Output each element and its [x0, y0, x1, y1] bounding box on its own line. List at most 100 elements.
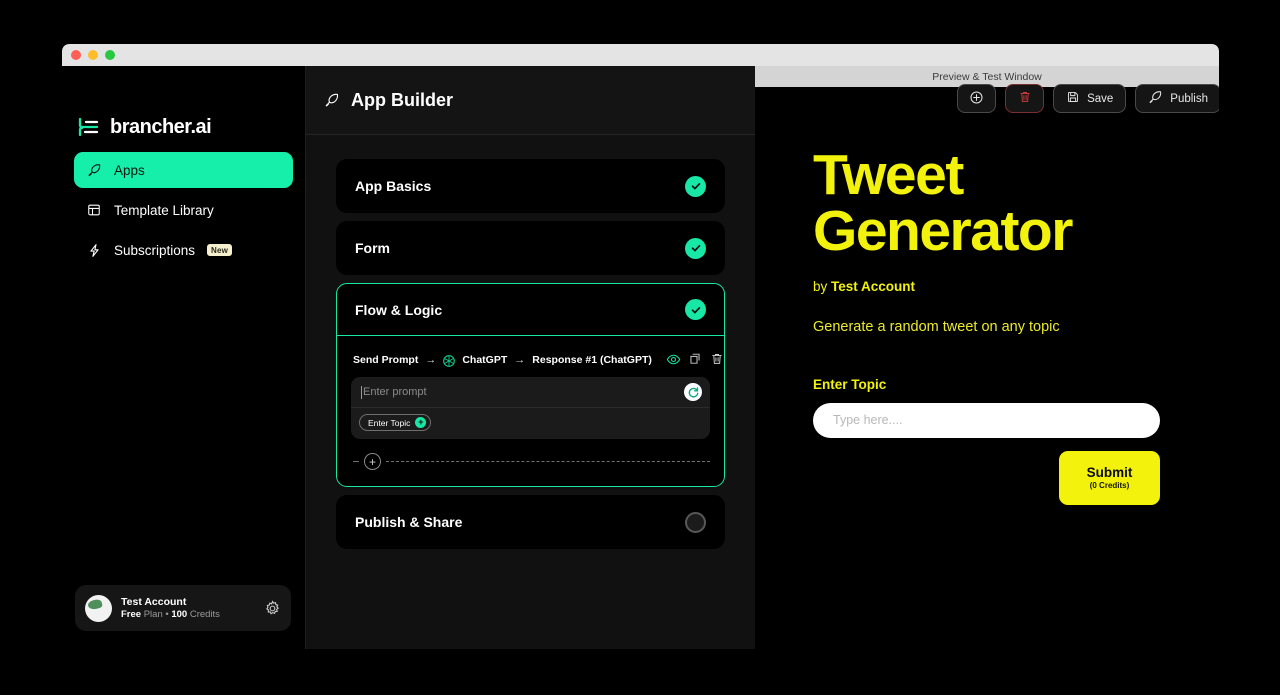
eye-icon[interactable] — [666, 352, 681, 367]
divider — [386, 461, 710, 462]
brand-name: brancher.ai — [110, 115, 212, 138]
section-header[interactable]: App Basics — [337, 160, 724, 212]
flow-step-header: Send Prompt → ChatGPT → Response #1 (Cha… — [351, 352, 722, 367]
builder-sections: App Basics Form Flow & Logic Send Prompt… — [306, 135, 755, 649]
close-window-button[interactable] — [71, 50, 81, 60]
add-step-button[interactable]: + — [364, 453, 381, 470]
new-badge: New — [207, 244, 233, 256]
account-name: Test Account — [121, 595, 187, 608]
builder-column: App Builder Save Publish App Basics Form… — [305, 66, 1219, 649]
account-card[interactable]: Test Account Free Plan • 100 Credits — [75, 585, 291, 631]
refresh-icon[interactable] — [684, 383, 702, 401]
status-badge-incomplete — [685, 511, 706, 533]
preview-description: Generate a random tweet on any topic — [813, 318, 1060, 335]
credits-word: Credits — [189, 608, 220, 620]
sidebar-item-apps[interactable]: Apps — [74, 152, 293, 188]
submit-credits: (0 Credits) — [1089, 481, 1130, 491]
variable-chip[interactable]: Enter Topic + — [359, 414, 432, 431]
preview-bar-label: Preview & Test Window — [932, 70, 1042, 83]
section-flow-and-logic: Flow & Logic Send Prompt → ChatGPT → Res… — [336, 283, 725, 487]
variable-chip-list: Enter Topic + — [351, 408, 710, 439]
publish-button[interactable]: Publish — [1135, 84, 1219, 113]
maximize-window-button[interactable] — [105, 50, 115, 60]
sidebar-item-subscriptions[interactable]: Subscriptions New — [74, 232, 293, 268]
status-badge-complete — [685, 299, 706, 320]
section-header[interactable]: Publish & Share — [337, 496, 724, 548]
section-title: App Basics — [355, 178, 432, 194]
plus-circle-icon — [969, 90, 984, 108]
bolt-icon — [86, 242, 102, 258]
preview-app-title: Tweet Generator — [813, 143, 1073, 264]
page-title: App Builder — [324, 90, 453, 111]
delete-button[interactable] — [1005, 84, 1045, 113]
copy-icon[interactable] — [688, 352, 703, 367]
prompt-editor: Enter prompt Enter Topic + — [351, 377, 710, 439]
status-badge-complete — [685, 237, 706, 259]
submit-label: Submit — [1086, 465, 1133, 481]
builder-topbar: App Builder Save Publish — [306, 66, 1219, 135]
preview-submit-button[interactable]: Submit (0 Credits) — [1059, 450, 1160, 505]
preview-submit-row: Submit (0 Credits) — [813, 450, 1160, 505]
flow-output-label: Response #1 (ChatGPT) — [532, 353, 652, 366]
flow-editor: Send Prompt → ChatGPT → Response #1 (Cha… — [337, 336, 724, 486]
account-info: Test Account Free Plan • 100 Credits — [121, 595, 255, 622]
flow-step-label: Send Prompt — [353, 353, 419, 366]
credits-value: 100 — [171, 608, 188, 620]
preview-author: Test Account — [831, 278, 916, 294]
preview-field-label: Enter Topic — [813, 376, 887, 392]
status-badge-complete — [685, 175, 706, 197]
section-title: Publish & Share — [355, 514, 463, 530]
avatar — [85, 594, 112, 622]
brand-logo[interactable]: brancher.ai — [62, 66, 305, 152]
plus-icon: + — [415, 417, 427, 428]
layout-icon — [86, 202, 102, 218]
section-title: Flow & Logic — [355, 301, 443, 318]
flow-arrow: → — [514, 353, 526, 366]
rocket-icon — [1148, 90, 1163, 108]
minimize-window-button[interactable] — [88, 50, 98, 60]
app-body: brancher.ai Apps Template Library Subscr… — [62, 66, 1219, 649]
rocket-icon — [324, 92, 340, 108]
floppy-disk-icon — [1066, 90, 1080, 107]
plan-name: Free — [121, 608, 142, 620]
sidebar-item-template-library[interactable]: Template Library — [74, 192, 293, 228]
trash-icon — [1018, 90, 1032, 107]
flow-model-label: ChatGPT — [462, 353, 508, 366]
publish-button-label: Publish — [1170, 92, 1208, 105]
brancher-logo-icon — [76, 116, 102, 138]
rocket-icon — [86, 162, 102, 178]
section-app-basics: App Basics — [336, 159, 725, 213]
openai-icon — [443, 354, 456, 367]
section-header[interactable]: Flow & Logic — [337, 284, 724, 336]
save-button[interactable]: Save — [1053, 84, 1127, 113]
sidebar-item-label: Template Library — [114, 202, 214, 218]
preview-author-line: by Test Account — [813, 279, 1161, 294]
add-step-row: + — [351, 453, 710, 470]
add-button[interactable] — [957, 84, 997, 113]
variable-chip-label: Enter Topic — [368, 417, 411, 428]
text-caret — [361, 385, 362, 399]
sidebar-item-label: Subscriptions — [114, 242, 196, 258]
app-window: brancher.ai Apps Template Library Subscr… — [62, 44, 1219, 649]
account-plan: Free Plan • 100 Credits — [121, 609, 255, 622]
sidebar-nav: Apps Template Library Subscriptions New — [62, 152, 305, 268]
divider — [353, 461, 359, 462]
flow-arrow: → — [425, 353, 437, 366]
preview-content: Tweet Generator by Test Account Generate… — [755, 87, 1219, 649]
save-button-label: Save — [1087, 92, 1114, 105]
gear-icon[interactable] — [264, 599, 281, 617]
section-title: Form — [355, 240, 390, 256]
prompt-input[interactable]: Enter prompt — [351, 377, 710, 408]
preview-topic-input[interactable] — [813, 402, 1160, 438]
sidebar-item-label: Apps — [114, 162, 145, 178]
plan-word: Plan — [143, 608, 163, 620]
sidebar: brancher.ai Apps Template Library Subscr… — [62, 66, 305, 649]
builder-toolbar: Save Publish — [957, 84, 1219, 113]
page-title-text: App Builder — [351, 89, 453, 110]
section-header[interactable]: Form — [337, 222, 724, 274]
section-publish-and-share: Publish & Share — [336, 495, 725, 549]
by-prefix: by — [813, 278, 828, 294]
trash-icon[interactable] — [710, 352, 725, 367]
prompt-placeholder: Enter prompt — [363, 386, 427, 398]
window-titlebar — [62, 44, 1219, 66]
